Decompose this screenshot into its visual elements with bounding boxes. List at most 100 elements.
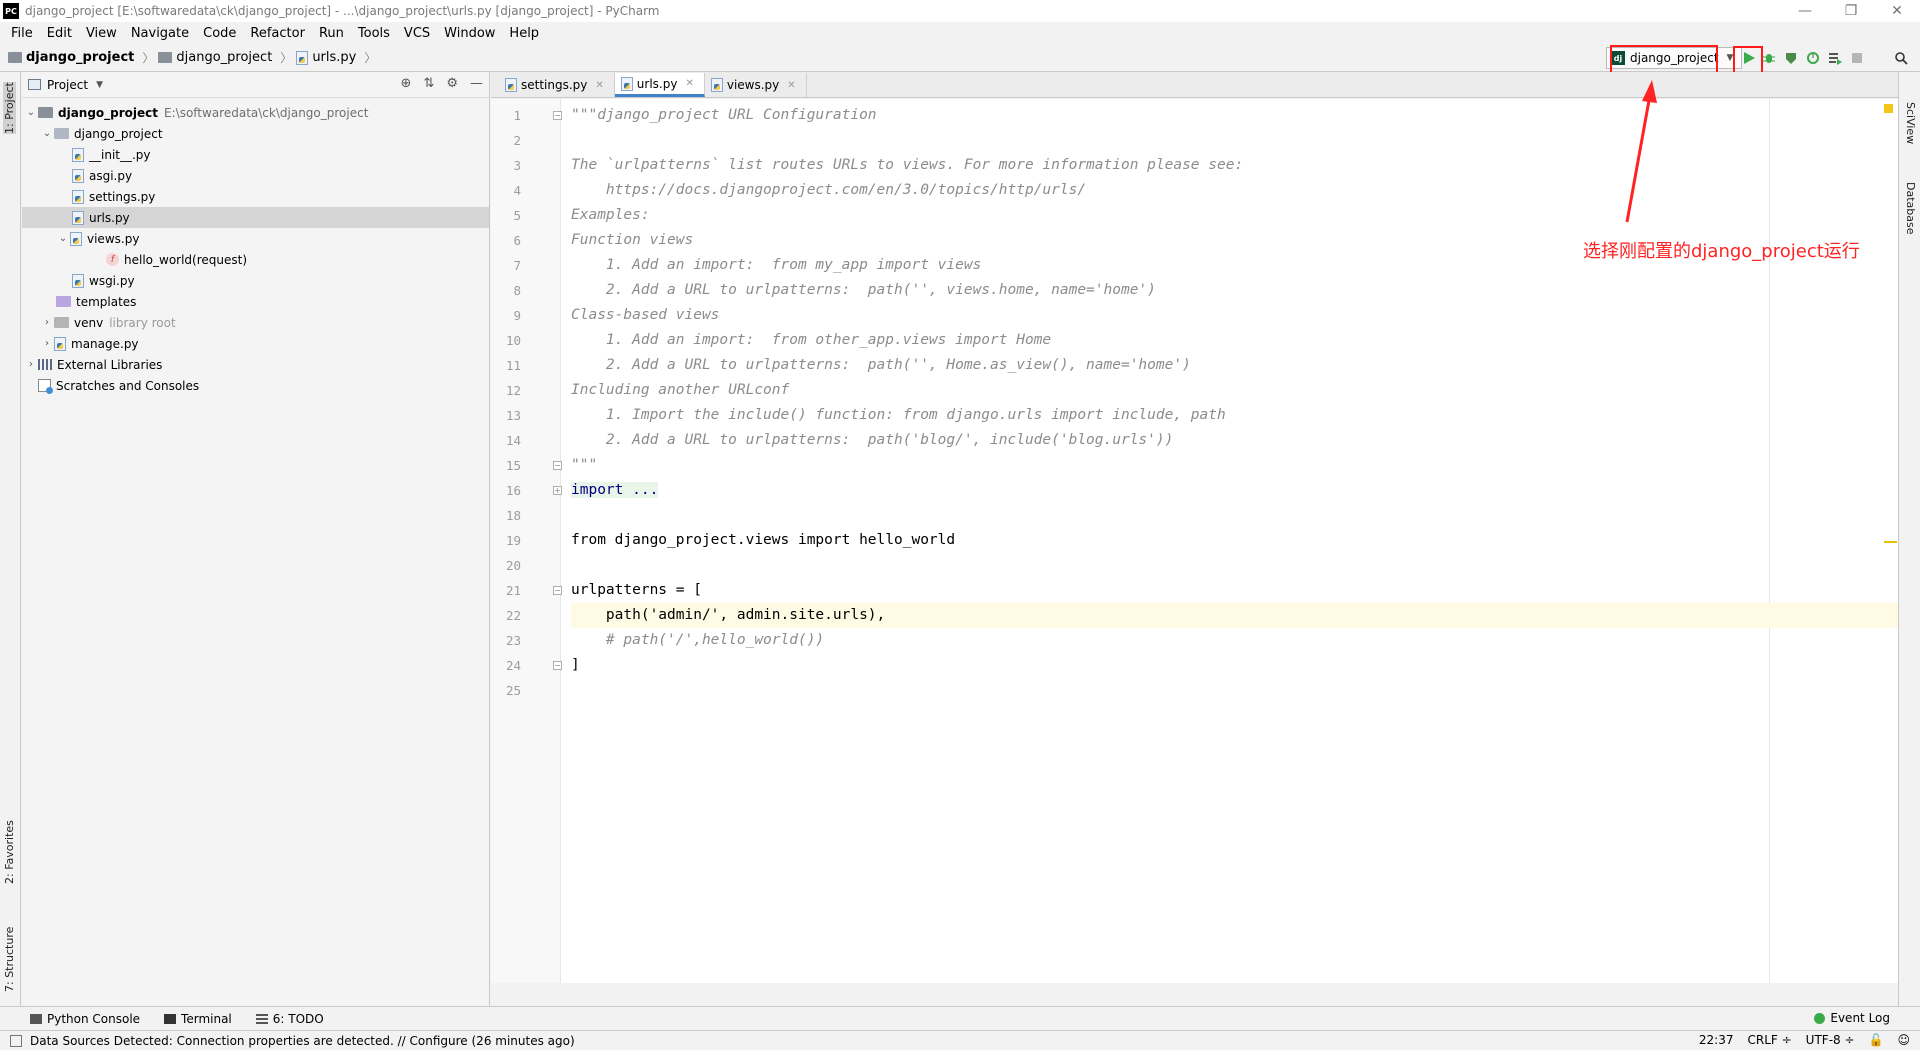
hide-icon[interactable]: — <box>470 76 483 91</box>
line-number: 18 <box>505 508 521 523</box>
code-editor[interactable]: 1 2 3 4 5 6 7 8 9 10 11 12 13 14 15 16 1… <box>491 99 1898 983</box>
lock-icon[interactable]: 🔓 <box>1869 1033 1884 1047</box>
close-button[interactable]: ✕ <box>1874 0 1920 22</box>
breadcrumb-label: urls.py <box>312 50 357 65</box>
code-line: 2. Add a URL to urlpatterns: path('', vi… <box>571 282 1156 298</box>
python-file-icon <box>72 210 84 225</box>
chevron-right-icon[interactable]: › <box>24 359 38 370</box>
locate-icon[interactable]: ⊕ <box>401 76 412 91</box>
todo-button[interactable]: 6: TODO <box>255 1012 324 1026</box>
bottom-tool-bar: Python Console Terminal 6: TODO Event Lo… <box>0 1006 1920 1030</box>
folded-region[interactable]: import ... <box>571 482 659 498</box>
tab-urls-py[interactable]: urls.py ✕ <box>614 73 705 97</box>
tree-item-file[interactable]: ⌄ views.py <box>22 228 489 249</box>
tree-item-label: manage.py <box>71 336 139 351</box>
tree-item-file-selected[interactable]: urls.py <box>22 207 489 228</box>
close-tab-icon[interactable]: ✕ <box>685 78 693 89</box>
line-separator-selector[interactable]: CRLF ÷ <box>1747 1033 1791 1047</box>
fold-marker-icon[interactable]: − <box>553 661 562 670</box>
tab-settings-py[interactable]: settings.py ✕ <box>499 73 615 97</box>
breadcrumb-package[interactable]: django_project <box>158 50 272 65</box>
terminal-button[interactable]: Terminal <box>164 1012 232 1026</box>
minimize-button[interactable]: — <box>1782 0 1828 22</box>
tab-views-py[interactable]: views.py ✕ <box>705 73 807 97</box>
status-message[interactable]: Data Sources Detected: Connection proper… <box>30 1034 575 1048</box>
coverage-icon[interactable] <box>1782 49 1800 67</box>
gear-icon[interactable]: ⚙ <box>446 76 458 91</box>
tree-item-scratches[interactable]: Scratches and Consoles <box>22 375 489 396</box>
menu-navigate[interactable]: Navigate <box>124 26 196 41</box>
menu-window[interactable]: Window <box>437 26 502 41</box>
tree-item-folder[interactable]: › venv library root <box>22 312 489 333</box>
menu-help[interactable]: Help <box>502 26 546 41</box>
chevron-right-icon[interactable]: › <box>40 317 54 328</box>
tree-item-file[interactable]: __init__.py <box>22 144 489 165</box>
search-icon[interactable] <box>1892 49 1910 67</box>
project-tool-window-button[interactable]: 1: Project <box>3 82 16 134</box>
tree-item-package[interactable]: ⌄ django_project <box>22 123 489 144</box>
event-log-button[interactable]: Event Log <box>1814 1011 1890 1025</box>
tree-item-file[interactable]: settings.py <box>22 186 489 207</box>
menu-view[interactable]: View <box>79 26 124 41</box>
chevron-right-icon[interactable]: › <box>40 338 54 349</box>
sciview-tool-window-button[interactable]: SciView <box>1904 102 1917 144</box>
menu-run[interactable]: Run <box>312 26 351 41</box>
tree-item-file[interactable]: wsgi.py <box>22 270 489 291</box>
stop-icon[interactable] <box>1848 49 1866 67</box>
concurrency-icon[interactable] <box>1826 49 1844 67</box>
breadcrumb-file[interactable]: urls.py <box>296 50 356 65</box>
close-tab-icon[interactable]: ✕ <box>787 80 795 91</box>
menu-code[interactable]: Code <box>196 26 243 41</box>
code-line-folded-imports[interactable]: import ... <box>571 478 1898 503</box>
line-number: 22 <box>505 608 521 623</box>
toggle-tool-windows-icon[interactable] <box>10 1034 22 1047</box>
tree-item-function[interactable]: f hello_world(request) <box>22 249 489 270</box>
encoding-selector[interactable]: UTF-8 ÷ <box>1806 1033 1855 1047</box>
line-number: 5 <box>513 208 521 223</box>
fold-marker-icon[interactable]: + <box>553 486 562 495</box>
tree-item-folder[interactable]: templates <box>22 291 489 312</box>
caret-position[interactable]: 22:37 <box>1699 1033 1734 1047</box>
restore-button[interactable]: ❐ <box>1828 0 1874 22</box>
menu-file[interactable]: File <box>4 26 40 41</box>
tree-item-external-libraries[interactable]: › External Libraries <box>22 354 489 375</box>
code-line: 1. Add an import: from other_app.views i… <box>571 332 1052 348</box>
database-tool-window-button[interactable]: Database <box>1904 182 1917 235</box>
right-tool-stripe: SciView Database <box>1898 72 1920 1006</box>
fold-marker-icon[interactable]: − <box>553 111 562 120</box>
tree-item-label: django_project <box>74 126 163 141</box>
line-number: 8 <box>513 283 521 298</box>
chevron-down-icon[interactable]: ⌄ <box>56 233 70 244</box>
tree-item-file[interactable]: › manage.py <box>22 333 489 354</box>
tree-item-hint: library root <box>109 315 176 330</box>
error-stripe-mark[interactable] <box>1884 541 1897 543</box>
python-file-icon <box>620 76 633 91</box>
profile-icon[interactable] <box>1804 49 1822 67</box>
tree-item-project-root[interactable]: ⌄ django_project E:\softwaredata\ck\djan… <box>22 102 489 123</box>
code-line: from django_project.views import hello_w… <box>571 532 956 548</box>
structure-tool-window-button[interactable]: 7: Structure <box>3 927 16 992</box>
breadcrumb-root[interactable]: django_project <box>8 50 134 65</box>
python-console-icon <box>30 1013 42 1024</box>
code-line: urlpatterns = [ <box>571 582 702 598</box>
chevron-down-icon[interactable]: ▼ <box>96 80 103 90</box>
collapse-all-icon[interactable]: ⇅ <box>423 76 434 91</box>
chevron-down-icon[interactable]: ⌄ <box>40 128 54 139</box>
menu-refactor[interactable]: Refactor <box>243 26 312 41</box>
fold-marker-icon[interactable]: − <box>553 461 562 470</box>
tree-item-path: E:\softwaredata\ck\django_project <box>164 105 369 120</box>
python-console-button[interactable]: Python Console <box>30 1012 140 1026</box>
warning-marker-icon[interactable] <box>1884 104 1893 113</box>
menu-vcs[interactable]: VCS <box>397 26 437 41</box>
tree-item-label: Scratches and Consoles <box>56 378 200 393</box>
inspector-icon[interactable]: ☺ <box>1897 1033 1910 1047</box>
tree-item-file[interactable]: asgi.py <box>22 165 489 186</box>
chevron-down-icon[interactable]: ⌄ <box>24 107 38 118</box>
code-line: 1. Import the include() function: from d… <box>571 407 1226 423</box>
project-view-selector[interactable]: Project <box>47 78 88 92</box>
favorites-tool-window-button[interactable]: 2: Favorites <box>3 820 16 884</box>
close-tab-icon[interactable]: ✕ <box>595 80 603 91</box>
menu-tools[interactable]: Tools <box>351 26 397 41</box>
menu-edit[interactable]: Edit <box>40 26 79 41</box>
fold-marker-icon[interactable]: − <box>553 586 562 595</box>
